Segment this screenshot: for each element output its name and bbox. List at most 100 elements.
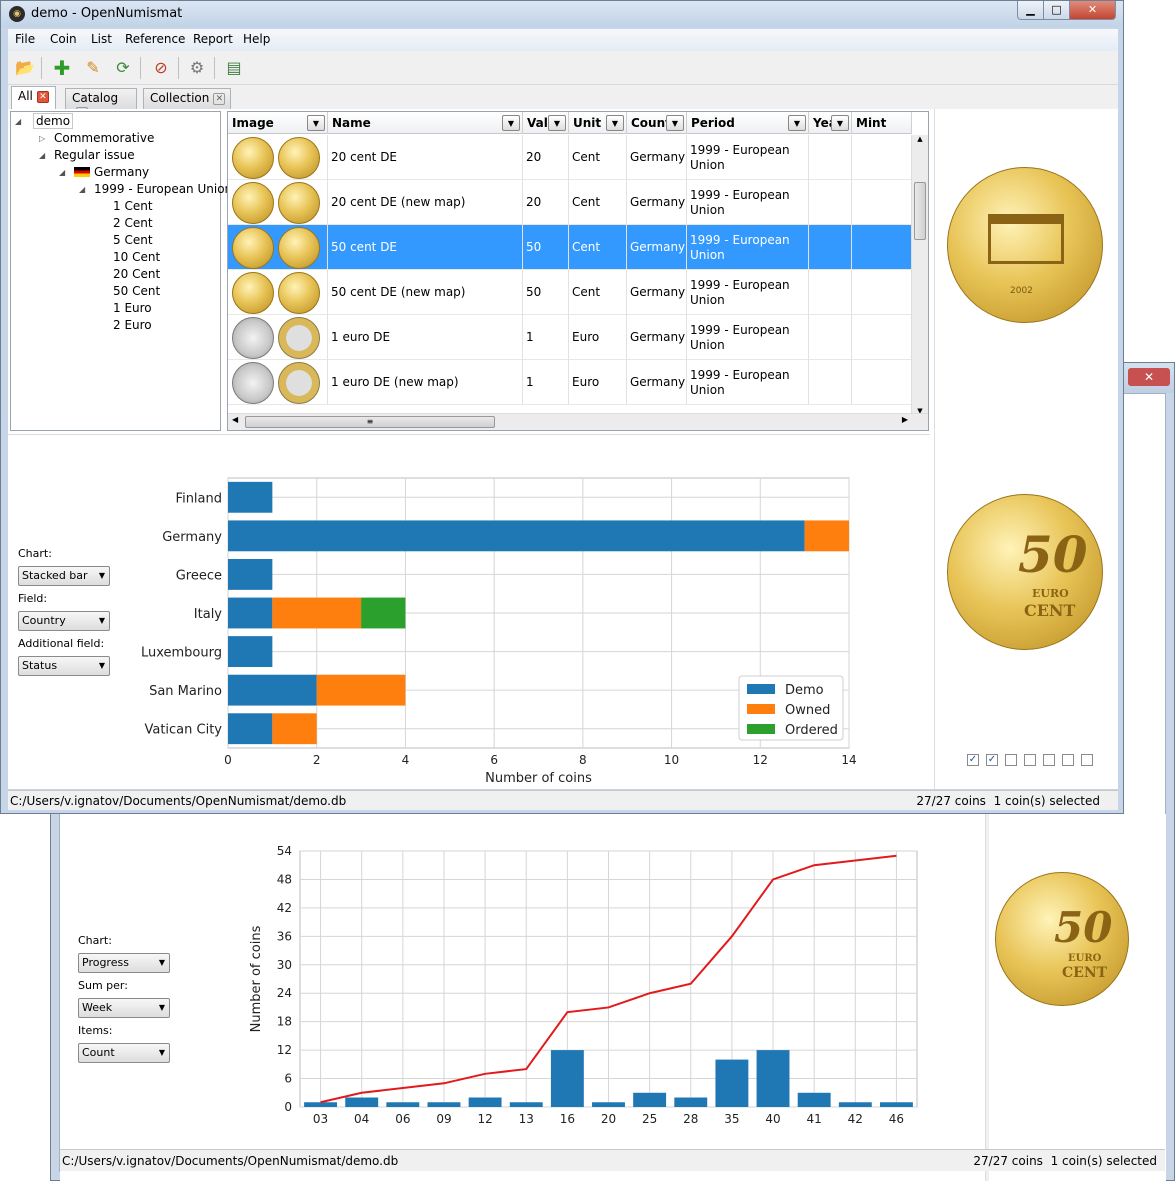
additional-field-combo[interactable]: Status ▼ [18,656,110,676]
column-header-mint[interactable]: Mint [852,112,912,134]
details-panel-icon[interactable]: ▤ [223,57,245,79]
cell-empty [809,360,852,405]
column-header-year[interactable]: Yea ▼ [809,112,852,134]
settings-gear-icon[interactable]: ⚙ [186,57,208,79]
filter-dropdown-icon[interactable]: ▼ [502,115,520,131]
legend-label: Ordered [785,723,838,738]
cell-unit: Cent [569,180,627,225]
y-tick-label: 36 [277,929,292,943]
items-combo[interactable]: Count ▼ [78,1043,170,1063]
chevron-down-icon: ▼ [158,1048,165,1057]
scroll-left-icon[interactable]: ◀ [232,415,238,424]
tree-node-value[interactable]: 5 Cent [113,232,153,249]
horizontal-scrollbar[interactable]: ◀ ≡ ▶ [228,413,928,430]
image-checkbox-5[interactable] [1043,754,1055,766]
coin-count: 27/27 coins [916,794,986,808]
back-image-panel: 50 EURO CENT ✓ ✓ [989,814,1166,1181]
image-checkbox-7[interactable] [1081,754,1093,766]
chevron-down-icon: ▼ [98,616,105,625]
tree-node-value[interactable]: 1 Cent [113,198,153,215]
close-icon[interactable]: ✕ [213,93,226,105]
add-coin-icon[interactable]: ✚ [51,57,73,79]
cell-name: 1 euro DE [328,315,523,360]
minimize-button[interactable]: ▁ [1017,1,1044,20]
tab-catalog[interactable]: Catalog✕ [65,88,137,119]
tree-node-value[interactable]: 2 Cent [113,215,153,232]
tree-node-period[interactable]: ◢ 1999 - European Union [79,181,232,198]
coin-reverse-thumbnail [278,182,320,224]
tree-node-value[interactable]: 20 Cent [113,266,160,283]
tab-collection[interactable]: Collection ✕ [143,88,231,109]
close-button[interactable]: ✕ [1069,1,1116,20]
chevron-down-icon: ▼ [98,571,105,580]
menu-help[interactable]: Help [243,32,270,46]
tab-all[interactable]: All ✕ [11,86,56,109]
tree-node-value[interactable]: 10 Cent [113,249,160,266]
filter-dropdown-icon[interactable]: ▼ [666,115,684,131]
sum-per-combo[interactable]: Week ▼ [78,998,170,1018]
x-tick-label: 12 [753,753,768,767]
filter-dropdown-icon[interactable]: ▼ [548,115,566,131]
back-window-close-button[interactable]: ✕ [1128,368,1170,386]
tree-node-root[interactable]: ◢ demo [15,113,74,130]
tree-node-value[interactable]: 50 Cent [113,283,160,300]
field-combo[interactable]: Country ▼ [18,611,110,631]
menu-coin[interactable]: Coin [50,32,77,46]
title-bar[interactable]: ◉ demo - OpenNumismat ▁ □ ✕ [1,1,1123,27]
table-row[interactable]: 50 cent DE 50 Cent Germany 1999 - European U… [228,225,912,270]
menu-list[interactable]: List [91,32,112,46]
maximize-button[interactable]: □ [1043,1,1070,20]
main-client-area: ◢ demo ▷ Commemorative ◢ Regular issue ◢ Ger… [8,109,1118,789]
table-row[interactable]: 50 cent DE (new map) 50 Cent Germany 1999 - … [228,270,912,315]
table-row[interactable]: 1 euro DE (new map) 1 Euro Germany 1999 - Eu… [228,360,912,405]
column-header-period[interactable]: Period ▼ [687,112,809,134]
close-icon[interactable]: ✕ [36,91,49,103]
tree-expanded-icon: ◢ [15,117,22,126]
tree-node-germany[interactable]: ◢ Germany [59,164,149,181]
open-folder-icon[interactable]: 📂 [14,57,36,79]
menu-reference[interactable]: Reference [125,32,185,46]
filter-dropdown-icon[interactable]: ▼ [831,115,849,131]
edit-pencil-icon[interactable]: ✎ [82,57,104,79]
cell-image [228,315,328,360]
chart-type-combo[interactable]: Progress ▼ [78,953,170,973]
menu-file[interactable]: File [15,32,35,46]
chart-type-combo[interactable]: Stacked bar ▼ [18,566,110,586]
column-header-image[interactable]: Image ▼ [228,112,328,134]
column-header-value[interactable]: Valu ▼ [523,112,569,134]
clone-icon[interactable]: ⟳ [112,57,134,79]
tree-node-commemorative[interactable]: ▷ Commemorative [39,130,154,147]
coin-obverse-thumbnail [232,137,274,179]
x-tick-label: 28 [683,1112,698,1126]
image-checkbox-6[interactable] [1062,754,1074,766]
tree-node-regular[interactable]: ◢ Regular issue [39,147,135,164]
table-row[interactable]: 1 euro DE 1 Euro Germany 1999 - European Uni… [228,315,912,360]
coin-reverse-thumbnail [278,137,320,179]
filter-dropdown-icon[interactable]: ▼ [307,115,325,131]
filter-dropdown-icon[interactable]: ▼ [606,115,624,131]
image-checkbox-4[interactable] [1024,754,1036,766]
tab-bar: All✕ Catalog✕ Collection✕ [8,85,1118,119]
scroll-up-icon[interactable]: ▲ [912,135,928,143]
column-header-unit[interactable]: Unit ▼ [569,112,627,134]
cell-period: 1999 - European Union [687,315,809,360]
table-row[interactable]: 20 cent DE (new map) 20 Cent Germany 1999 - … [228,180,912,225]
menu-report[interactable]: Report [193,32,233,46]
column-header-name[interactable]: Name ▼ [328,112,523,134]
horizontal-scroll-thumb[interactable]: ≡ [245,416,495,428]
vertical-scroll-thumb[interactable] [914,182,926,240]
column-header-country[interactable]: Countr ▼ [627,112,687,134]
scroll-right-icon[interactable]: ▶ [902,415,908,424]
chevron-down-icon: ▼ [98,661,105,670]
table-row[interactable]: 20 cent DE 20 Cent Germany 1999 - European U… [228,135,912,180]
image-checkbox-2[interactable]: ✓ [986,754,998,766]
cell-image [228,360,328,405]
vertical-scrollbar[interactable]: ▲ ▼ [911,135,928,415]
image-checkbox-3[interactable] [1005,754,1017,766]
clear-filter-icon[interactable]: ⊘ [150,57,172,79]
tree-node-value[interactable]: 2 Euro [113,317,152,334]
coin-reverse-thumbnail [278,272,320,314]
image-checkbox-1[interactable]: ✓ [967,754,979,766]
filter-dropdown-icon[interactable]: ▼ [788,115,806,131]
tree-node-value[interactable]: 1 Euro [113,300,152,317]
